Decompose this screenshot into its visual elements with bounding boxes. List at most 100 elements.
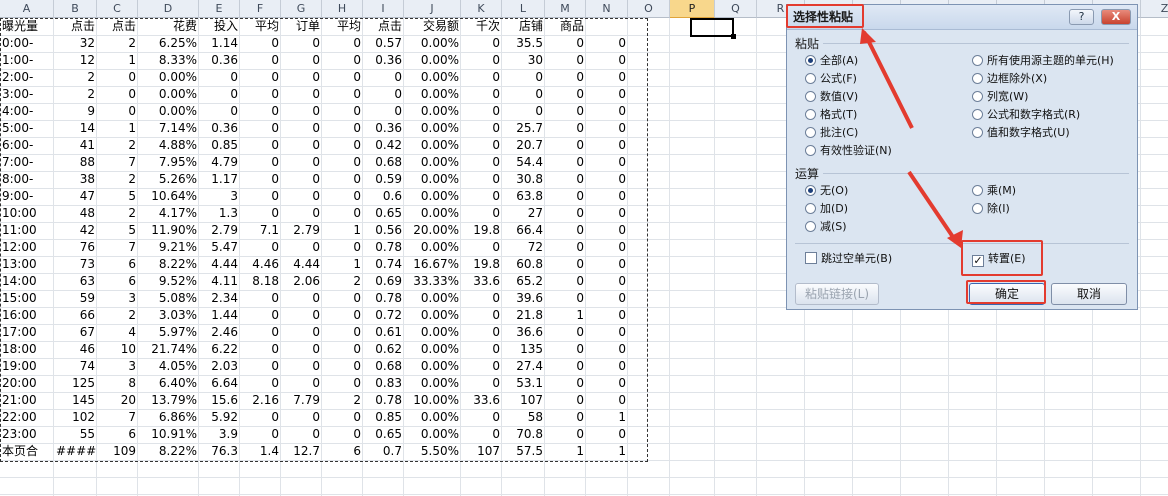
table-cell[interactable]: 0.78 — [363, 392, 404, 409]
table-cell[interactable]: 0 — [545, 409, 586, 426]
table-cell[interactable]: 20.00% — [404, 222, 461, 239]
table-cell[interactable]: 0 — [240, 120, 281, 137]
table-cell[interactable]: 0 — [461, 120, 502, 137]
table-cell[interactable]: 6.22 — [199, 341, 240, 358]
table-cell[interactable]: 0 — [322, 103, 363, 120]
table-cell[interactable]: 17:00 — [0, 324, 54, 341]
table-cell[interactable]: 7.14% — [138, 120, 199, 137]
table-cell[interactable]: 8.18 — [240, 273, 281, 290]
table-cell[interactable]: 0 — [281, 358, 322, 375]
table-cell[interactable]: 0 — [461, 171, 502, 188]
table-cell[interactable]: 0.65 — [363, 426, 404, 443]
table-cell[interactable]: 0 — [461, 324, 502, 341]
radio-option[interactable]: 有效性验证(N) — [805, 143, 892, 159]
table-cell[interactable]: 41 — [54, 137, 97, 154]
column-header-I[interactable]: I — [363, 0, 404, 18]
table-cell[interactable]: 0 — [461, 341, 502, 358]
radio-option[interactable]: 加(D) — [805, 201, 848, 217]
table-cell[interactable]: 0 — [322, 171, 363, 188]
table-cell[interactable]: 0 — [461, 409, 502, 426]
table-cell[interactable]: 0 — [240, 324, 281, 341]
radio-option[interactable]: 批注(C) — [805, 125, 858, 141]
column-header-N[interactable]: N — [586, 0, 628, 18]
table-cell[interactable]: 7:00- — [0, 154, 54, 171]
table-cell[interactable]: 4.44 — [281, 256, 322, 273]
table-cell[interactable]: 8:00- — [0, 171, 54, 188]
table-cell[interactable]: 0 — [586, 205, 628, 222]
table-cell[interactable]: 73 — [54, 256, 97, 273]
table-cell[interactable]: 0 — [322, 341, 363, 358]
table-cell[interactable]: 13:00 — [0, 256, 54, 273]
header-cell[interactable]: 商品 — [545, 18, 586, 35]
table-cell[interactable]: 0 — [97, 69, 138, 86]
table-cell[interactable]: 16.67% — [404, 256, 461, 273]
table-cell[interactable]: 2.34 — [199, 290, 240, 307]
table-cell[interactable]: 0 — [97, 86, 138, 103]
table-cell[interactable]: 1 — [586, 409, 628, 426]
table-cell[interactable]: 0 — [545, 69, 586, 86]
table-cell[interactable]: 2.06 — [281, 273, 322, 290]
table-cell[interactable]: 70.8 — [502, 426, 545, 443]
table-cell[interactable]: 0 — [240, 188, 281, 205]
table-cell[interactable]: 0:00- — [0, 35, 54, 52]
radio-button[interactable] — [972, 91, 983, 102]
table-cell[interactable]: 0 — [281, 69, 322, 86]
table-cell[interactable]: 72 — [502, 239, 545, 256]
header-cell[interactable] — [586, 18, 628, 35]
table-cell[interactable]: 0 — [240, 171, 281, 188]
table-cell[interactable]: 0.00% — [404, 86, 461, 103]
table-cell[interactable]: 27.4 — [502, 358, 545, 375]
table-cell[interactable]: 0.00% — [404, 205, 461, 222]
table-cell[interactable]: 0 — [545, 358, 586, 375]
table-cell[interactable]: 0 — [502, 69, 545, 86]
table-cell[interactable]: 60.8 — [502, 256, 545, 273]
table-cell[interactable]: 0 — [586, 375, 628, 392]
table-cell[interactable]: 0.00% — [404, 171, 461, 188]
table-cell[interactable]: 66 — [54, 307, 97, 324]
table-cell[interactable]: 19:00 — [0, 358, 54, 375]
table-cell[interactable]: 0 — [281, 35, 322, 52]
table-cell[interactable]: 0 — [240, 52, 281, 69]
table-cell[interactable]: 0 — [240, 358, 281, 375]
table-cell[interactable]: 6 — [97, 273, 138, 290]
table-cell[interactable]: 0 — [586, 69, 628, 86]
table-cell[interactable]: 0.00% — [404, 239, 461, 256]
table-cell[interactable]: 0.36 — [363, 52, 404, 69]
table-cell[interactable]: 0 — [281, 52, 322, 69]
table-cell[interactable]: 13.79% — [138, 392, 199, 409]
radio-button[interactable] — [972, 55, 983, 66]
table-cell[interactable]: 16:00 — [0, 307, 54, 324]
table-cell[interactable]: 0 — [281, 137, 322, 154]
radio-option[interactable]: 公式和数字格式(R) — [972, 107, 1080, 123]
table-cell[interactable]: 0 — [281, 188, 322, 205]
table-cell[interactable]: 0 — [322, 426, 363, 443]
table-cell[interactable]: 1 — [97, 120, 138, 137]
table-cell[interactable]: 15:00 — [0, 290, 54, 307]
radio-option[interactable]: 格式(T) — [805, 107, 857, 123]
table-cell[interactable]: 63.8 — [502, 188, 545, 205]
table-cell[interactable]: 0 — [545, 290, 586, 307]
table-cell[interactable]: 0.00% — [404, 103, 461, 120]
table-cell[interactable]: 7.95% — [138, 154, 199, 171]
table-cell[interactable]: 4.79 — [199, 154, 240, 171]
radio-button[interactable] — [972, 203, 983, 214]
help-button[interactable]: ? — [1069, 9, 1094, 25]
table-cell[interactable]: 0 — [281, 171, 322, 188]
table-cell[interactable]: 6 — [322, 443, 363, 460]
table-cell[interactable]: 4.88% — [138, 137, 199, 154]
table-cell[interactable]: 0 — [545, 375, 586, 392]
table-cell[interactable]: 0.00% — [404, 375, 461, 392]
table-cell[interactable]: 0 — [281, 239, 322, 256]
table-cell[interactable]: 2:00- — [0, 69, 54, 86]
table-cell[interactable]: 1.17 — [199, 171, 240, 188]
table-cell[interactable]: 0.69 — [363, 273, 404, 290]
table-cell[interactable]: 0 — [586, 324, 628, 341]
table-cell[interactable]: 0 — [461, 239, 502, 256]
table-cell[interactable]: 0 — [281, 409, 322, 426]
close-button[interactable]: X — [1101, 9, 1131, 25]
table-cell[interactable]: 0 — [240, 426, 281, 443]
table-cell[interactable]: 0 — [281, 154, 322, 171]
table-cell[interactable]: 8.22% — [138, 256, 199, 273]
table-cell[interactable]: 3:00- — [0, 86, 54, 103]
table-cell[interactable]: 107 — [461, 443, 502, 460]
